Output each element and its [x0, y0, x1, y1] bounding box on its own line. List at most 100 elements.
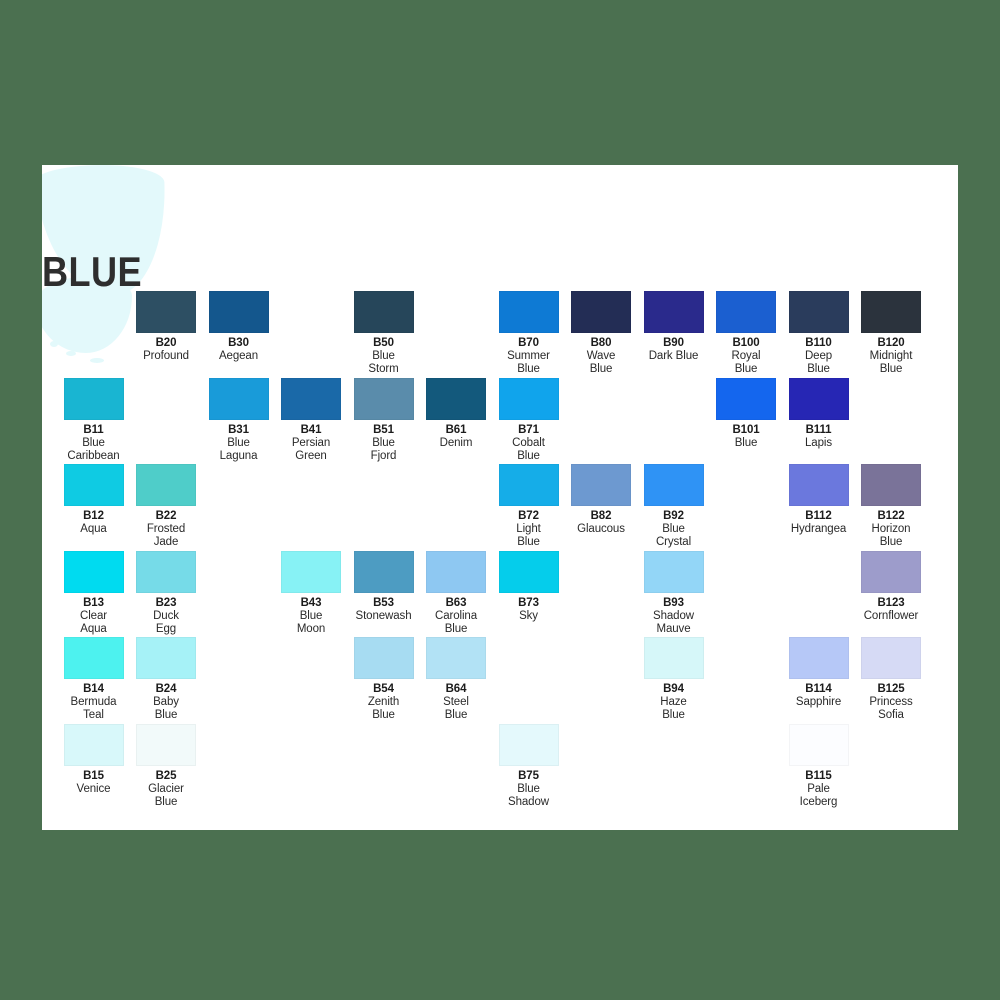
swatch-colour-chip[interactable] [353, 291, 414, 333]
swatch-colour-chip[interactable] [136, 550, 196, 593]
swatch-cell[interactable]: B31 Blue Laguna [203, 377, 275, 463]
swatch-colour-chip[interactable] [281, 550, 341, 593]
swatch-cell[interactable]: B123 Cornflower [855, 550, 927, 623]
swatch-colour-chip[interactable] [136, 637, 196, 680]
swatch-cell[interactable]: B64 Steel Blue [420, 637, 492, 722]
swatch-colour-chip[interactable] [136, 724, 196, 766]
swatch-cell[interactable]: B72 Light Blue [493, 464, 565, 549]
swatch-colour-chip[interactable] [788, 291, 849, 333]
swatch-cell[interactable]: B82 Glaucous [565, 464, 637, 536]
swatch-cell[interactable]: B54 Zenith Blue [348, 637, 420, 722]
swatch-cell[interactable]: B110 Deep Blue [783, 291, 855, 376]
swatch-name: Midnight Blue [869, 350, 913, 375]
swatch-colour-chip[interactable] [643, 464, 704, 507]
swatch-colour-chip[interactable] [861, 291, 921, 333]
colour-chart-page: BLUE B20 Profound B30 Aegean B50 Blue Storm B7… [42, 165, 958, 830]
swatch-code: B30 [228, 337, 249, 349]
swatch-cell[interactable]: B90 Dark Blue [638, 291, 710, 363]
swatch-colour-chip[interactable] [136, 291, 196, 333]
swatch-colour-chip[interactable] [861, 637, 921, 680]
swatch-colour-chip[interactable] [716, 291, 776, 333]
swatch-colour-chip[interactable] [498, 724, 559, 766]
swatch-colour-chip[interactable] [63, 377, 124, 420]
swatch-colour-chip[interactable] [643, 637, 704, 680]
swatch-cell[interactable]: B12 Aqua [58, 464, 130, 536]
swatch-cell[interactable]: B70 Summer Blue [493, 291, 565, 376]
swatch-colour-chip[interactable] [353, 637, 414, 680]
swatch-cell[interactable]: B15 Venice [58, 724, 130, 796]
swatch-cell[interactable]: B73 Sky [493, 550, 565, 623]
swatch-cell[interactable]: B101 Blue [710, 377, 782, 450]
swatch-colour-chip[interactable] [861, 464, 921, 507]
swatch-colour-chip[interactable] [498, 377, 559, 420]
swatch-colour-chip[interactable] [426, 550, 486, 593]
swatch-colour-chip[interactable] [426, 637, 486, 680]
swatch-colour-chip[interactable] [281, 377, 341, 420]
swatch-code: B11 [83, 423, 104, 436]
swatch-cell[interactable]: B71 Cobalt Blue [493, 377, 565, 463]
swatch-cell[interactable]: B30 Aegean [203, 291, 275, 363]
swatch-colour-chip[interactable] [498, 291, 559, 333]
swatch-cell[interactable]: B75 Blue Shadow [493, 724, 565, 809]
swatch-cell[interactable]: B51 Blue Fjord [348, 377, 420, 463]
swatch-colour-chip[interactable] [571, 291, 631, 333]
swatch-colour-chip[interactable] [208, 377, 269, 420]
swatch-name: Cobalt Blue [512, 436, 545, 462]
swatch-name: Blue Fjord [370, 436, 397, 462]
swatch-code: B14 [83, 683, 104, 696]
swatch-name: Lapis [805, 436, 832, 449]
swatch-cell[interactable]: B111 Lapis [783, 377, 855, 450]
swatch-cell[interactable]: B11 Blue Caribbean [58, 377, 130, 463]
swatch-cell[interactable]: B41 Persian Green [275, 377, 347, 463]
swatch-colour-chip[interactable] [643, 550, 704, 593]
swatch-cell[interactable]: B92 Blue Crystal [638, 464, 710, 549]
swatch-colour-chip[interactable] [353, 377, 414, 420]
swatch-cell[interactable]: B13 Clear Aqua [58, 550, 130, 636]
swatch-cell[interactable]: B80 Wave Blue [565, 291, 637, 376]
swatch-code: B111 [805, 423, 832, 436]
swatch-colour-chip[interactable] [788, 377, 849, 420]
swatch-colour-chip[interactable] [63, 550, 124, 593]
swatch-colour-chip[interactable] [353, 550, 414, 593]
swatch-colour-chip[interactable] [643, 291, 704, 333]
swatch-cell[interactable]: B43 Blue Moon [275, 550, 347, 636]
swatch-cell[interactable]: B125 Princess Sofia [855, 637, 927, 722]
swatch-cell[interactable]: B20 Profound [130, 291, 202, 363]
swatch-cell[interactable]: B14 Bermuda Teal [58, 637, 130, 722]
swatch-colour-chip[interactable] [63, 724, 124, 766]
swatch-cell[interactable]: B53 Stonewash [348, 550, 420, 623]
swatch-cell[interactable]: B63 Carolina Blue [420, 550, 492, 636]
swatch-colour-chip[interactable] [498, 550, 559, 593]
swatch-name: Dark Blue [648, 350, 699, 362]
swatch-cell[interactable]: B50 Blue Storm [348, 291, 420, 376]
swatch-cell[interactable]: B100 Royal Blue [710, 291, 782, 376]
swatch-cell[interactable]: B61 Denim [420, 377, 492, 450]
swatch-colour-chip[interactable] [136, 464, 196, 507]
swatch-code: B12 [83, 510, 104, 523]
swatch-colour-chip[interactable] [208, 291, 269, 333]
swatch-colour-chip[interactable] [426, 377, 486, 420]
swatch-cell[interactable]: B112 Hydrangea [783, 464, 855, 536]
swatch-cell[interactable]: B115 Pale Iceberg [783, 724, 855, 809]
swatch-cell[interactable]: B22 Frosted Jade [130, 464, 202, 549]
swatch-colour-chip[interactable] [571, 464, 631, 507]
swatch-colour-chip[interactable] [63, 637, 124, 680]
swatch-cell[interactable]: B122 Horizon Blue [855, 464, 927, 549]
swatch-colour-chip[interactable] [498, 464, 559, 507]
swatch-colour-chip[interactable] [788, 637, 849, 680]
swatch-colour-chip[interactable] [788, 464, 849, 507]
swatch-cell[interactable]: B94 Haze Blue [638, 637, 710, 722]
swatch-cell[interactable]: B114 Sapphire [783, 637, 855, 709]
swatch-name: Pale Iceberg [799, 783, 838, 808]
swatch-cell[interactable]: B23 Duck Egg [130, 550, 202, 636]
swatch-name: Haze Blue [660, 696, 687, 722]
swatch-cell[interactable]: B25 Glacier Blue [130, 724, 202, 809]
swatch-name: Glaucous [577, 523, 625, 536]
swatch-colour-chip[interactable] [788, 724, 849, 766]
swatch-colour-chip[interactable] [716, 377, 776, 420]
swatch-cell[interactable]: B93 Shadow Mauve [638, 550, 710, 636]
swatch-cell[interactable]: B120 Midnight Blue [855, 291, 927, 376]
swatch-colour-chip[interactable] [63, 464, 124, 507]
swatch-colour-chip[interactable] [861, 550, 921, 593]
swatch-cell[interactable]: B24 Baby Blue [130, 637, 202, 722]
